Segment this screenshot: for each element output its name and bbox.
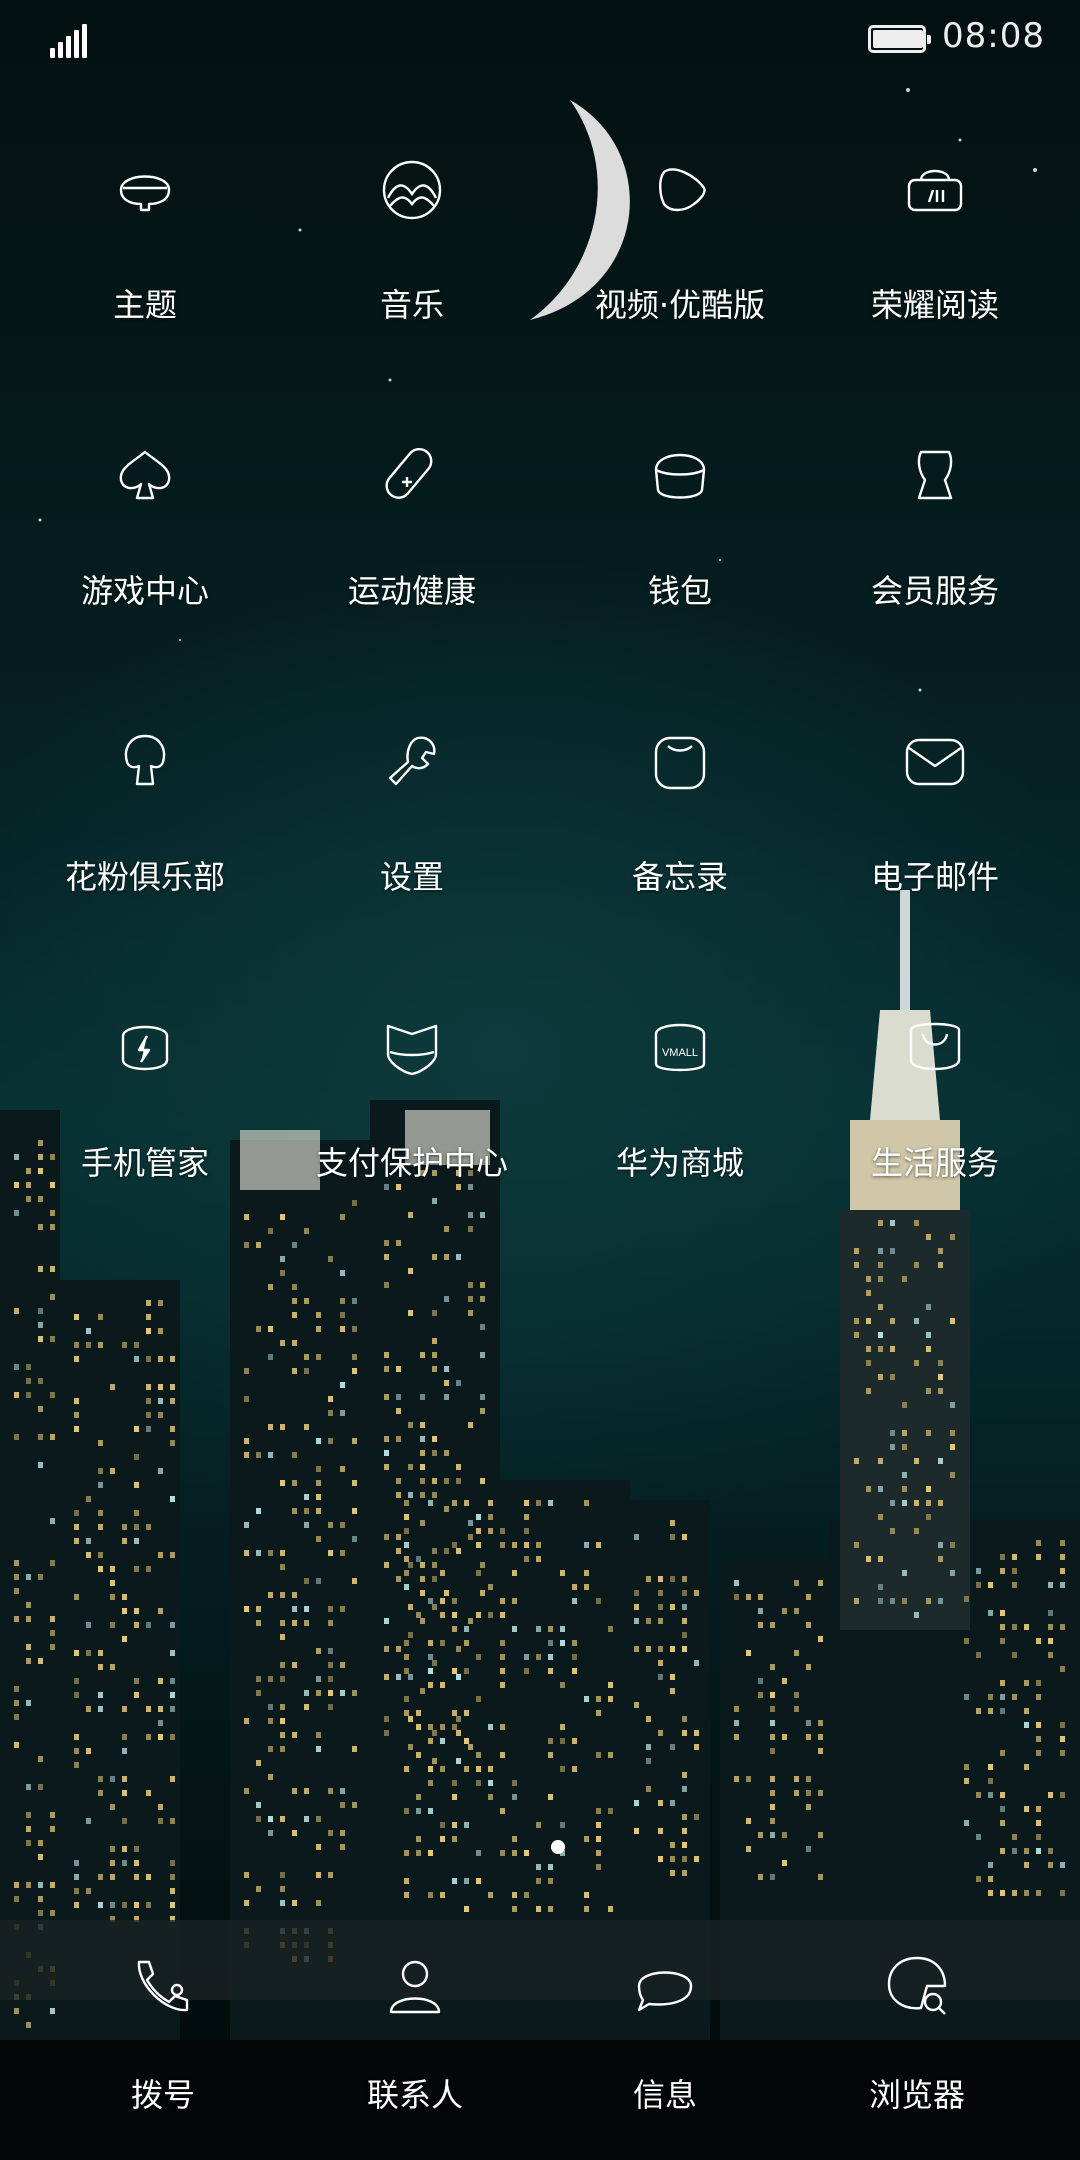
- dock-label: 信息: [632, 2076, 697, 2114]
- app-email[interactable]: 电子邮件: [800, 702, 1070, 952]
- app-honor-reader[interactable]: 荣耀阅读: [800, 130, 1070, 380]
- health-icon: [372, 436, 452, 516]
- app-label: 主题: [112, 286, 177, 324]
- theme-icon: [105, 150, 185, 230]
- messages-icon: [629, 1950, 701, 2022]
- app-game-center[interactable]: 游戏中心: [10, 416, 280, 666]
- app-health[interactable]: 运动健康: [277, 416, 547, 666]
- app-settings[interactable]: 设置: [277, 702, 547, 952]
- app-label: 备忘录: [631, 858, 728, 896]
- payment-protect-icon: [372, 1008, 452, 1088]
- app-label: 设置: [379, 858, 444, 896]
- settings-icon: [372, 722, 452, 802]
- game-center-icon: [105, 436, 185, 516]
- page-indicator-dot[interactable]: [551, 1840, 565, 1854]
- svg-text:VMALL: VMALL: [662, 1047, 698, 1059]
- app-label: 电子邮件: [870, 858, 999, 896]
- app-label: 支付保护中心: [315, 1144, 508, 1182]
- app-label: 游戏中心: [80, 572, 209, 610]
- app-label: 荣耀阅读: [870, 286, 999, 324]
- contacts-icon: [379, 1950, 451, 2022]
- dock: 拨号 联系人 信息 浏览器: [0, 1930, 1080, 2160]
- app-label: 会员服务: [870, 572, 999, 610]
- battery-level: [873, 30, 923, 48]
- app-fans-club[interactable]: 花粉俱乐部: [10, 702, 280, 952]
- dock-label: 联系人: [366, 2076, 463, 2114]
- vmall-icon: VMALL: [640, 1008, 720, 1088]
- app-member-service[interactable]: 会员服务: [800, 416, 1070, 666]
- life-service-icon: [895, 1008, 975, 1088]
- app-label: 生活服务: [870, 1144, 999, 1182]
- app-notes[interactable]: 备忘录: [545, 702, 815, 952]
- app-music[interactable]: 音乐: [277, 130, 547, 380]
- video-icon: [640, 150, 720, 230]
- app-label: 手机管家: [80, 1144, 209, 1182]
- dock-browser[interactable]: 浏览器: [792, 1930, 1042, 2130]
- status-bar: 08:08: [0, 0, 1080, 80]
- signal-strength-icon: [50, 22, 87, 58]
- reader-icon: [895, 150, 975, 230]
- dialer-icon: [127, 1950, 199, 2022]
- app-label: 华为商城: [615, 1144, 744, 1182]
- status-time: 08:08: [942, 16, 1045, 56]
- app-wallet[interactable]: 钱包: [545, 416, 815, 666]
- app-life-service[interactable]: 生活服务: [800, 988, 1070, 1238]
- app-label: 音乐: [379, 286, 444, 324]
- member-icon: [895, 436, 975, 516]
- notes-icon: [640, 722, 720, 802]
- dock-label: 浏览器: [868, 2076, 965, 2114]
- app-payment-protection[interactable]: 支付保护中心: [277, 988, 547, 1238]
- browser-icon: [881, 1950, 953, 2022]
- app-label: 钱包: [647, 572, 712, 610]
- dock-label: 拨号: [130, 2076, 195, 2114]
- app-theme[interactable]: 主题: [10, 130, 280, 380]
- email-icon: [895, 722, 975, 802]
- battery-icon: [868, 25, 931, 53]
- dock-messages[interactable]: 信息: [540, 1930, 790, 2130]
- phone-manager-icon: [105, 1008, 185, 1088]
- music-icon: [372, 150, 452, 230]
- app-label: 运动健康: [347, 572, 476, 610]
- app-vmall[interactable]: VMALL 华为商城: [545, 988, 815, 1238]
- dock-contacts[interactable]: 联系人: [290, 1930, 540, 2130]
- wallet-icon: [640, 436, 720, 516]
- app-label: 花粉俱乐部: [64, 858, 225, 896]
- dock-dialer[interactable]: 拨号: [38, 1930, 288, 2130]
- app-label: 视频·优酷版: [594, 286, 766, 324]
- club-icon: [105, 722, 185, 802]
- app-video-youku[interactable]: 视频·优酷版: [545, 130, 815, 380]
- app-phone-manager[interactable]: 手机管家: [10, 988, 280, 1238]
